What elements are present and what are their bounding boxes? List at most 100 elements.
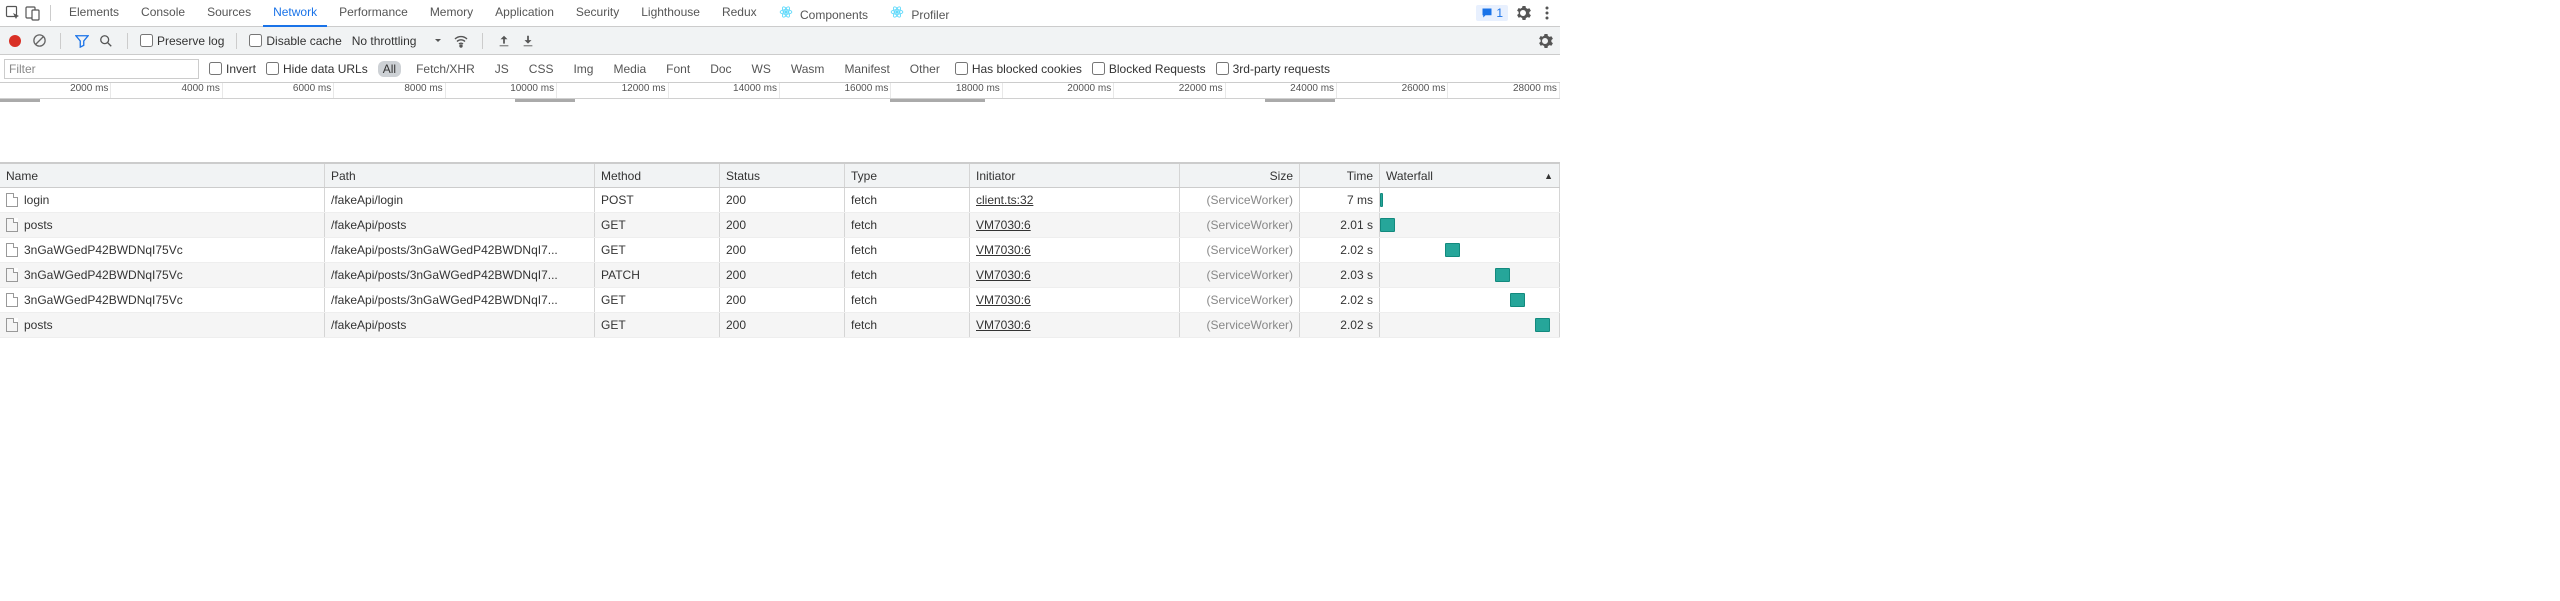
chip-ws[interactable]: WS [747, 61, 776, 77]
table-row[interactable]: 3nGaWGedP42BWDNqI75Vc/fakeApi/posts/3nGa… [0, 238, 1560, 263]
cell-initiator[interactable]: VM7030:6 [976, 243, 1031, 257]
tab-elements[interactable]: Elements [59, 0, 129, 27]
divider [482, 33, 483, 49]
cell-initiator[interactable]: VM7030:6 [976, 318, 1031, 332]
table-row[interactable]: login/fakeApi/loginPOST200fetchclient.ts… [0, 188, 1560, 213]
cell-name: posts [24, 218, 53, 232]
divider [60, 33, 61, 49]
cell-method: GET [595, 313, 720, 337]
cell-size: (ServiceWorker) [1207, 318, 1293, 332]
disable-cache-checkbox[interactable]: Disable cache [249, 34, 341, 48]
cell-name: 3nGaWGedP42BWDNqI75Vc [24, 268, 183, 282]
col-size[interactable]: Size [1180, 164, 1300, 187]
col-name[interactable]: Name [0, 164, 325, 187]
issues-badge[interactable]: 1 [1476, 5, 1508, 21]
cell-time: 2.02 s [1300, 288, 1380, 312]
col-waterfall[interactable]: Waterfall▲ [1380, 164, 1560, 187]
cell-time: 2.03 s [1300, 263, 1380, 287]
invert-label: Invert [226, 62, 256, 76]
cell-initiator[interactable]: client.ts:32 [976, 193, 1033, 207]
tab-profiler[interactable]: Profiler [880, 0, 959, 27]
clear-icon[interactable] [30, 32, 48, 50]
col-initiator[interactable]: Initiator [970, 164, 1180, 187]
download-icon[interactable] [519, 32, 537, 50]
blocked-requests-checkbox[interactable]: Blocked Requests [1092, 62, 1206, 76]
tab-memory[interactable]: Memory [420, 0, 483, 27]
tab-application[interactable]: Application [485, 0, 564, 27]
hide-data-urls-checkbox[interactable]: Hide data URLs [266, 62, 368, 76]
filter-input[interactable] [4, 59, 199, 79]
cell-initiator[interactable]: VM7030:6 [976, 268, 1031, 282]
chip-js[interactable]: JS [490, 61, 514, 77]
hide-data-urls-label: Hide data URLs [283, 62, 368, 76]
upload-icon[interactable] [495, 32, 513, 50]
throttling-select[interactable]: No throttling [348, 34, 447, 48]
tab-redux[interactable]: Redux [712, 0, 767, 27]
cell-waterfall [1380, 213, 1560, 237]
issues-count: 1 [1496, 6, 1503, 20]
cell-size: (ServiceWorker) [1207, 193, 1293, 207]
request-table: Name Path Method Status Type Initiator S… [0, 163, 1560, 338]
chip-fetch-xhr[interactable]: Fetch/XHR [411, 61, 480, 77]
cell-type: fetch [845, 263, 970, 287]
col-path[interactable]: Path [325, 164, 595, 187]
invert-checkbox[interactable]: Invert [209, 62, 256, 76]
table-row[interactable]: posts/fakeApi/postsGET200fetchVM7030:6(S… [0, 213, 1560, 238]
tab-network[interactable]: Network [263, 0, 327, 27]
chip-wasm[interactable]: Wasm [786, 61, 830, 77]
wifi-icon[interactable] [452, 32, 470, 50]
col-type[interactable]: Type [845, 164, 970, 187]
chip-media[interactable]: Media [608, 61, 651, 77]
col-method[interactable]: Method [595, 164, 720, 187]
cell-method: POST [595, 188, 720, 212]
chip-all[interactable]: All [378, 61, 401, 77]
file-icon [6, 318, 18, 332]
search-icon[interactable] [97, 32, 115, 50]
chip-manifest[interactable]: Manifest [839, 61, 894, 77]
file-icon [6, 243, 18, 257]
chip-doc[interactable]: Doc [705, 61, 736, 77]
cell-initiator[interactable]: VM7030:6 [976, 218, 1031, 232]
chip-img[interactable]: Img [568, 61, 598, 77]
record-button[interactable] [6, 32, 24, 50]
chip-css[interactable]: CSS [524, 61, 559, 77]
cell-type: fetch [845, 313, 970, 337]
gear-icon[interactable] [1514, 4, 1532, 22]
sort-asc-icon: ▲ [1544, 171, 1553, 181]
table-row[interactable]: 3nGaWGedP42BWDNqI75Vc/fakeApi/posts/3nGa… [0, 288, 1560, 313]
timeline-overview[interactable]: 2000 ms4000 ms6000 ms8000 ms10000 ms1200… [0, 83, 1560, 163]
cell-name: 3nGaWGedP42BWDNqI75Vc [24, 243, 183, 257]
filter-toggle-icon[interactable] [73, 32, 91, 50]
inspect-icon[interactable] [4, 4, 22, 22]
device-toggle-icon[interactable] [24, 4, 42, 22]
has-blocked-cookies-checkbox[interactable]: Has blocked cookies [955, 62, 1082, 76]
col-time[interactable]: Time [1300, 164, 1380, 187]
cell-initiator[interactable]: VM7030:6 [976, 293, 1031, 307]
gear-icon[interactable] [1536, 32, 1554, 50]
cell-time: 2.02 s [1300, 238, 1380, 262]
table-row[interactable]: 3nGaWGedP42BWDNqI75Vc/fakeApi/posts/3nGa… [0, 263, 1560, 288]
col-status[interactable]: Status [720, 164, 845, 187]
cell-method: GET [595, 213, 720, 237]
cell-method: GET [595, 238, 720, 262]
tab-performance[interactable]: Performance [329, 0, 418, 27]
tab-components[interactable]: Components [769, 0, 878, 27]
tab-console[interactable]: Console [131, 0, 195, 27]
third-party-checkbox[interactable]: 3rd-party requests [1216, 62, 1330, 76]
divider [50, 5, 51, 21]
chip-font[interactable]: Font [661, 61, 695, 77]
chevron-down-icon [434, 37, 442, 45]
chip-other[interactable]: Other [905, 61, 945, 77]
cell-path: /fakeApi/posts [325, 213, 595, 237]
preserve-log-checkbox[interactable]: Preserve log [140, 34, 224, 48]
tab-lighthouse[interactable]: Lighthouse [631, 0, 710, 27]
cell-waterfall [1380, 263, 1560, 287]
table-row[interactable]: posts/fakeApi/postsGET200fetchVM7030:6(S… [0, 313, 1560, 338]
cell-time: 2.01 s [1300, 213, 1380, 237]
tab-sources[interactable]: Sources [197, 0, 261, 27]
cell-status: 200 [720, 238, 845, 262]
filter-bar: Invert Hide data URLs All Fetch/XHR JS C… [0, 55, 1560, 83]
tab-security[interactable]: Security [566, 0, 629, 27]
cell-type: fetch [845, 288, 970, 312]
kebab-icon[interactable] [1538, 4, 1556, 22]
